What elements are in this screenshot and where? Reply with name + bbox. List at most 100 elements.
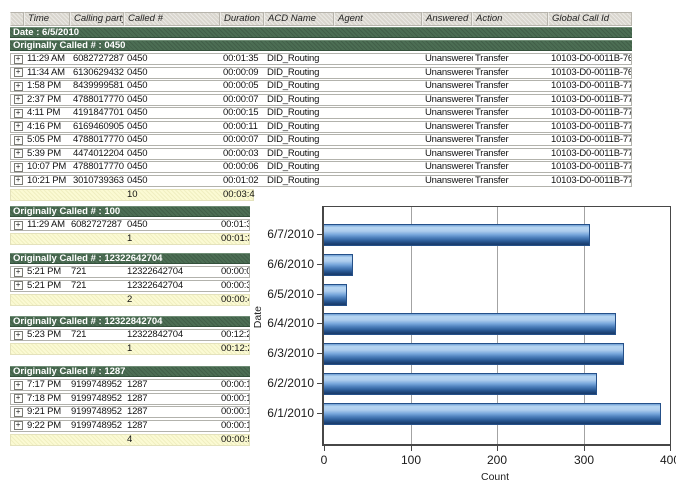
cell-calling: 4788017770 [71, 95, 125, 105]
chart-bar [324, 373, 597, 395]
expand-cell: + [11, 281, 25, 291]
cell-duration: 00:01:02 [221, 176, 265, 186]
summary-call-count: 2 [125, 295, 219, 305]
table-row: +11:29 AM6082727287045000:01:35 [10, 219, 250, 231]
cell-called: 0450 [125, 95, 221, 105]
y-tick-label: 6/5/2010 [250, 287, 314, 301]
cell-time: 11:29 AM [25, 220, 69, 230]
expand-icon[interactable]: + [14, 176, 23, 185]
column-header-called: Called # [124, 12, 220, 26]
table-row: +9:22 PM9199748952128700:00:11 [10, 420, 250, 432]
cell-calling: 721 [69, 330, 125, 340]
table-row: +7:18 PM9199748952128700:00:12 [10, 393, 250, 405]
cell-calling: 8439999581 [71, 81, 125, 91]
expand-icon[interactable]: + [14, 136, 23, 145]
cell-called: 1287 [125, 407, 219, 417]
cell-global_id: 10103-D0-0011B-773 [549, 122, 631, 132]
cell-agent [335, 68, 423, 78]
column-header-duration: Duration [220, 12, 264, 26]
cell-calling: 9199748952 [69, 394, 125, 404]
cell-acd: DID_Routing [265, 81, 335, 91]
cell-answered: Unanswered [423, 108, 473, 118]
cell-agent [335, 54, 423, 64]
y-tick-mark [317, 353, 322, 354]
y-tick-label: 6/1/2010 [250, 406, 314, 420]
cell-calling: 721 [69, 267, 125, 277]
cell-calling: 9199748952 [69, 421, 125, 431]
expand-column-header [10, 12, 24, 26]
cell-time: 5:21 PM [25, 281, 69, 291]
group-summary-row: 200:00:43 [10, 294, 250, 306]
cell-calling: 4191847701 [71, 108, 125, 118]
expand-cell: + [11, 81, 25, 91]
cell-global_id: 10103-D0-0011B-77E [549, 162, 631, 172]
cell-action: Transfer [473, 95, 549, 105]
group-header-band: Originally Called # : 12322642704 [10, 253, 250, 264]
x-tick-mark [411, 446, 412, 451]
expand-icon[interactable]: + [14, 381, 23, 390]
cell-calling: 3010739363 [71, 176, 125, 186]
cell-time: 9:22 PM [25, 421, 69, 431]
cell-answered: Unanswered [423, 95, 473, 105]
expand-cell: + [11, 407, 25, 417]
cell-acd: DID_Routing [265, 149, 335, 159]
expand-icon[interactable]: + [14, 122, 23, 131]
cell-duration: 00:01:35 [221, 54, 265, 64]
cell-action: Transfer [473, 122, 549, 132]
table-header-row: Time Calling party # Called # Duration A… [10, 12, 632, 26]
expand-icon[interactable]: + [14, 68, 23, 77]
cell-action: Transfer [473, 162, 549, 172]
expand-icon[interactable]: + [14, 149, 23, 158]
expand-icon[interactable]: + [14, 281, 23, 290]
expand-icon[interactable]: + [14, 163, 23, 172]
cell-called: 0450 [125, 220, 219, 230]
cell-answered: Unanswered [423, 135, 473, 145]
group-summary-row: 400:00:50 [10, 434, 250, 446]
call-detail-table: Time Calling party # Called # Duration A… [10, 12, 632, 201]
expand-icon[interactable]: + [14, 421, 23, 430]
cell-global_id: 10103-D0-0011B-768 [549, 54, 631, 64]
summary-call-count: 10 [125, 190, 221, 200]
column-header-acd-name: ACD Name [264, 12, 334, 26]
cell-action: Transfer [473, 149, 549, 159]
expand-icon[interactable]: + [14, 268, 23, 277]
cell-answered: Unanswered [423, 68, 473, 78]
expand-icon[interactable]: + [14, 394, 23, 403]
x-tick-label: 0 [304, 453, 344, 467]
expand-icon[interactable]: + [14, 109, 23, 118]
cell-calling: 4474012204 [71, 149, 125, 159]
date-group-band: Date : 6/5/2010 [10, 27, 632, 38]
expand-cell: + [11, 54, 25, 64]
cell-global_id: 10103-D0-0011B-771 [549, 95, 631, 105]
cell-time: 7:17 PM [25, 380, 69, 390]
cell-acd: DID_Routing [265, 176, 335, 186]
cell-time: 7:18 PM [25, 394, 69, 404]
cell-time: 10:07 PM [25, 162, 71, 172]
expand-icon[interactable]: + [14, 221, 23, 230]
cell-calling: 721 [69, 281, 125, 291]
y-tick-mark [317, 323, 322, 324]
x-tick-mark [670, 446, 671, 451]
cell-agent [335, 176, 423, 186]
table-row: +5:39 PM4474012204045000:00:03DID_Routin… [10, 148, 632, 160]
x-tick-mark [584, 446, 585, 451]
group-rows: +7:17 PM9199748952128700:00:13+7:18 PM91… [10, 379, 250, 432]
expand-icon[interactable]: + [14, 331, 23, 340]
cell-duration: 00:00:11 [221, 122, 265, 132]
expand-icon[interactable]: + [14, 82, 23, 91]
group-header-band: Originally Called # : 100 [10, 206, 250, 217]
expand-icon[interactable]: + [14, 408, 23, 417]
cell-calling: 6130629432 [71, 68, 125, 78]
expand-icon[interactable]: + [14, 95, 23, 104]
group-rows: +5:23 PM7211232284270400:12:23 [10, 329, 250, 341]
column-header-agent: Agent [334, 12, 422, 26]
cell-action: Transfer [473, 108, 549, 118]
cell-called: 0450 [125, 149, 221, 159]
chart-bar [324, 313, 616, 335]
cell-calling: 6082727287 [71, 54, 125, 64]
expand-cell: + [11, 394, 25, 404]
expand-icon[interactable]: + [14, 55, 23, 64]
table-row: +4:16 PM6169460905045000:00:11DID_Routin… [10, 121, 632, 133]
cell-duration: 00:00:05 [221, 81, 265, 91]
summary-call-count: 1 [125, 344, 219, 354]
